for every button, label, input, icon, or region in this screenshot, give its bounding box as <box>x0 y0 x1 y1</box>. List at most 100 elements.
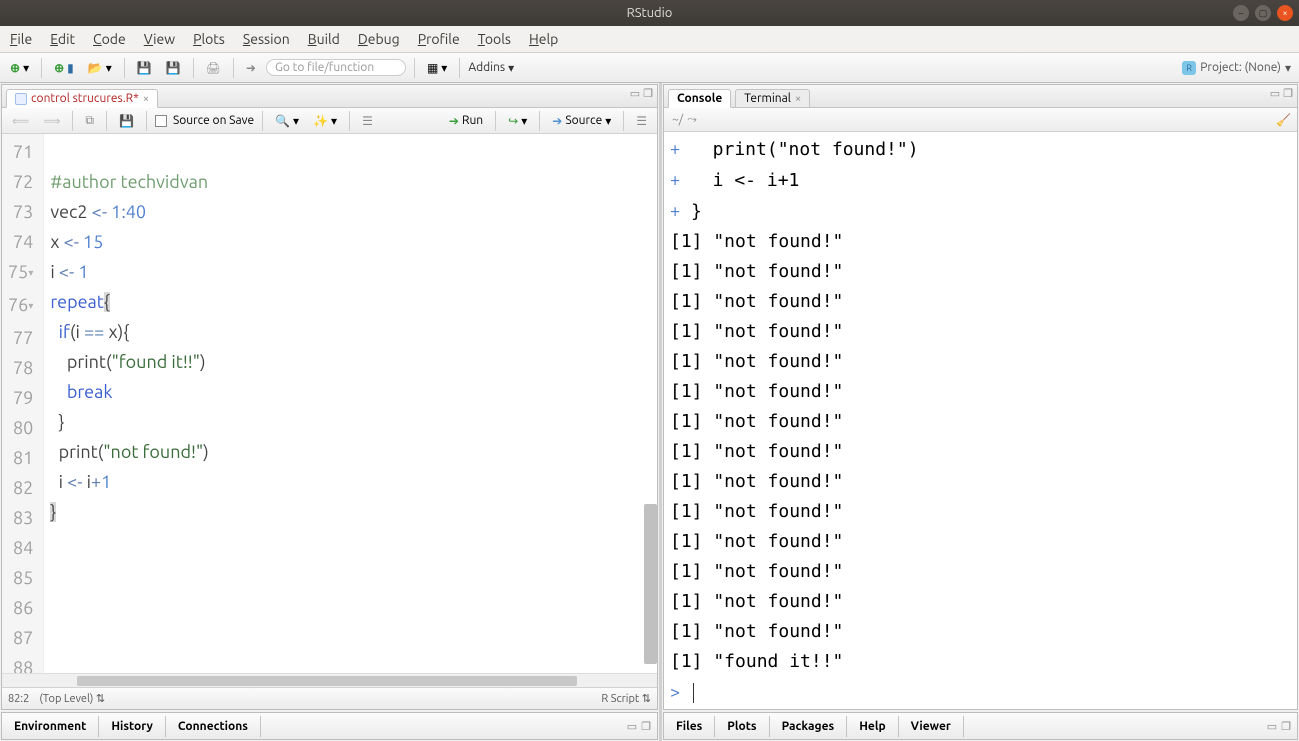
menu-build[interactable]: Build <box>308 31 340 47</box>
wand-button[interactable]: ✨▾ <box>309 112 341 130</box>
wand-icon: ✨ <box>313 114 328 128</box>
r-file-icon <box>15 93 27 105</box>
tab-plots[interactable]: Plots <box>715 716 769 737</box>
console-path-bar: ~/ ⤳ 🧹 <box>664 108 1297 132</box>
open-file-button[interactable]: 📂▾ <box>84 59 116 77</box>
report-icon: ☰ <box>362 114 373 128</box>
goto-button[interactable]: ➜ <box>242 59 260 77</box>
print-button[interactable]: 🖨 <box>202 59 225 77</box>
tab-history[interactable]: History <box>99 716 166 737</box>
tab-connections[interactable]: Connections <box>166 716 261 737</box>
menu-file[interactable]: File <box>10 31 32 47</box>
menu-session[interactable]: Session <box>243 31 290 47</box>
menu-plots[interactable]: Plots <box>193 31 225 47</box>
report-button[interactable]: ☰ <box>358 112 377 130</box>
tab-console[interactable]: Console <box>668 89 731 108</box>
console-cwd-go-icon[interactable]: ⤳ <box>687 113 697 127</box>
save-button[interactable]: 💾 <box>133 59 156 77</box>
maximize-pane-icon[interactable]: ❐ <box>643 87 653 100</box>
disk-icon: 💾 <box>119 114 134 128</box>
menu-edit[interactable]: Edit <box>50 31 75 47</box>
menu-bar: File Edit Code View Plots Session Build … <box>0 26 1299 53</box>
save-src-button[interactable]: 💾 <box>115 112 138 130</box>
editor-statusbar: 82:2 (Top Level) ⇅ R Script ⇅ <box>2 687 657 709</box>
source-tab[interactable]: control strucures.R* × <box>6 89 158 108</box>
source-icon: ➔ <box>552 114 562 128</box>
files-pane-tabs: Files Plots Packages Help Viewer ▭ ❐ <box>663 712 1298 740</box>
tab-environment[interactable]: Environment <box>2 716 99 737</box>
find-button[interactable]: 🔍▾ <box>271 112 303 130</box>
grid-icon: ▦ <box>427 61 438 75</box>
env-pane-tabs: Environment History Connections ▭ ❐ <box>1 712 658 740</box>
source-tabrow: control strucures.R* × ▭❐ <box>2 85 657 108</box>
run-icon: ➔ <box>449 114 459 128</box>
print-icon: 🖨 <box>206 61 221 75</box>
menu-view[interactable]: View <box>144 31 175 47</box>
source-toolbar: ⟸ ⟹ ⧉ 💾 Source on Save 🔍▾ ✨▾ ☰ ➔Run ↪▾ <box>2 108 657 134</box>
disk-icon: 💾 <box>166 61 181 75</box>
addins-button[interactable]: Addins ▾ <box>468 61 514 75</box>
menu-help[interactable]: Help <box>529 31 558 47</box>
menu-profile[interactable]: Profile <box>418 31 460 47</box>
goto-input[interactable]: Go to file/function <box>266 59 406 76</box>
minimize-pane-icon[interactable]: ▭ <box>1267 720 1277 733</box>
main-toolbar: ⊕▾ ⊕▮ 📂▾ 💾 💾 🖨 ➜ Go to file/function ▦▾ … <box>0 53 1299 83</box>
tab-packages[interactable]: Packages <box>770 716 848 737</box>
run-button[interactable]: ➔Run <box>445 112 487 130</box>
console-tabrow: Console Terminal × ▭❐ <box>664 85 1297 108</box>
rerun-button[interactable]: ↪▾ <box>504 112 531 130</box>
new-file-button[interactable]: ⊕▾ <box>6 59 33 77</box>
editor-hscroll[interactable] <box>2 673 657 687</box>
gutter: 71 72 73 74 75▾ 76▾ 77 78 79 80 81 82 83… <box>2 134 44 673</box>
source-on-save-checkbox[interactable] <box>155 115 167 127</box>
window-title: RStudio <box>627 6 673 20</box>
source-button[interactable]: ➔Source ▾ <box>548 112 615 130</box>
maximize-pane-icon[interactable]: ❐ <box>641 720 651 733</box>
code-area[interactable]: #author techvidvan vec2 <- 1:40 x <- 15 … <box>44 134 657 673</box>
outline-button[interactable]: ☰ <box>632 112 651 130</box>
popout-button[interactable]: ⧉ <box>81 112 98 130</box>
tab-close-icon[interactable]: × <box>795 93 801 105</box>
menu-tools[interactable]: Tools <box>478 31 511 47</box>
tab-files[interactable]: Files <box>664 716 715 737</box>
source-on-save-label: Source on Save <box>173 114 254 127</box>
mode-selector[interactable]: R Script ⇅ <box>601 692 651 705</box>
new-project-button[interactable]: ⊕▮ <box>50 59 78 77</box>
title-bar: RStudio – ▢ × <box>0 0 1299 26</box>
back-button[interactable]: ⟸ <box>8 112 33 130</box>
main-area: control strucures.R* × ▭❐ ⟸ ⟹ ⧉ 💾 Source… <box>0 83 1299 741</box>
magnifier-icon: 🔍 <box>275 114 290 128</box>
tab-viewer[interactable]: Viewer <box>899 716 964 737</box>
maximize-button[interactable]: ▢ <box>1255 5 1271 21</box>
scope-selector[interactable]: (Top Level) ⇅ <box>39 692 105 705</box>
minimize-button[interactable]: – <box>1233 5 1249 21</box>
menu-code[interactable]: Code <box>93 31 126 47</box>
disk-icon: 💾 <box>137 61 152 75</box>
folder-icon: 📂 <box>88 61 103 75</box>
console-output[interactable]: + print("not found!") + i <- i+1 + } [1]… <box>664 132 1297 709</box>
maximize-pane-icon[interactable]: ❐ <box>1281 720 1291 733</box>
minimize-pane-icon[interactable]: ▭ <box>627 720 637 733</box>
minimize-pane-icon[interactable]: ▭ <box>1270 87 1280 100</box>
editor-scrollbar[interactable] <box>644 504 657 664</box>
tab-close-icon[interactable]: × <box>143 93 149 105</box>
tab-help[interactable]: Help <box>847 716 898 737</box>
code-editor[interactable]: 71 72 73 74 75▾ 76▾ 77 78 79 80 81 82 83… <box>2 134 657 673</box>
tab-terminal[interactable]: Terminal × <box>735 89 810 108</box>
r-icon: R <box>1182 61 1196 75</box>
window-controls: – ▢ × <box>1233 5 1293 21</box>
menu-debug[interactable]: Debug <box>358 31 400 47</box>
rerun-icon: ↪ <box>508 114 518 128</box>
console-cwd: ~/ <box>672 113 683 126</box>
clear-console-button[interactable]: 🧹 <box>1276 113 1291 127</box>
plus-icon: ⊕ <box>10 61 20 75</box>
save-all-button[interactable]: 💾 <box>162 59 185 77</box>
project-selector[interactable]: R Project: (None) ▾ <box>1182 61 1291 75</box>
maximize-pane-icon[interactable]: ❐ <box>1283 87 1293 100</box>
forward-button[interactable]: ⟹ <box>39 112 64 130</box>
minimize-pane-icon[interactable]: ▭ <box>630 87 640 100</box>
grid-button[interactable]: ▦▾ <box>423 59 451 77</box>
cursor-position: 82:2 <box>8 693 29 705</box>
arrow-icon: ➜ <box>246 61 256 75</box>
close-button[interactable]: × <box>1277 5 1293 21</box>
